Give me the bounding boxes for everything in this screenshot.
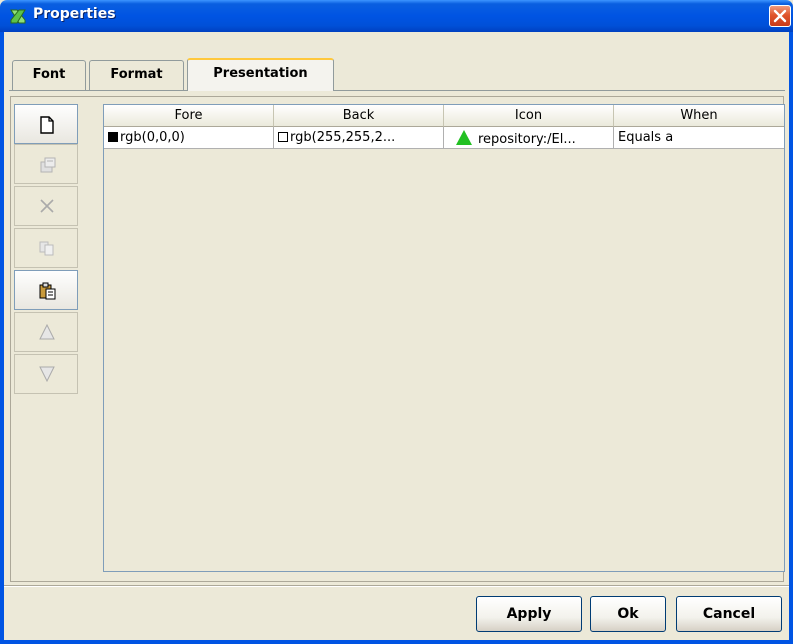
edit-rule-button[interactable] (14, 144, 78, 184)
color-swatch-black (108, 132, 118, 142)
back-value: rgb(255,255,2... (290, 130, 396, 145)
cancel-button[interactable]: Cancel (676, 596, 782, 632)
copy-icon (39, 241, 54, 256)
close-icon (773, 9, 787, 23)
paste-rule-button[interactable] (14, 270, 78, 310)
properties-app-icon (9, 7, 27, 25)
move-down-button[interactable] (14, 354, 78, 394)
move-up-button[interactable] (14, 312, 78, 352)
tab-divider (9, 90, 785, 91)
cell-back[interactable]: rgb(255,255,2... (274, 127, 444, 148)
column-header-fore[interactable]: Fore (104, 105, 274, 127)
table-header: Fore Back Icon When (104, 105, 784, 127)
delete-icon (40, 199, 54, 213)
fore-value: rgb(0,0,0) (120, 130, 185, 145)
move-down-icon (39, 366, 55, 382)
close-button[interactable] (769, 5, 791, 27)
paste-icon (39, 282, 56, 300)
title-bar[interactable]: Properties (0, 0, 793, 32)
new-rule-button[interactable] (14, 104, 78, 144)
cell-icon[interactable]: repository:/El... (444, 127, 614, 148)
cell-when[interactable]: Equals a (614, 127, 784, 148)
new-document-icon (40, 116, 54, 134)
window-border-left (0, 32, 4, 644)
green-triangle-icon (456, 130, 472, 145)
column-header-when[interactable]: When (614, 105, 784, 127)
move-up-icon (39, 324, 55, 340)
ok-button[interactable]: Ok (590, 596, 666, 632)
delete-rule-button[interactable] (14, 186, 78, 226)
icon-value: repository:/El... (478, 132, 576, 147)
tab-font[interactable]: Font (12, 60, 86, 90)
window-border-right (789, 32, 793, 644)
presentation-rules-table[interactable]: Fore Back Icon When rgb(0,0,0) rgb(255,2… (103, 104, 785, 572)
cell-fore[interactable]: rgb(0,0,0) (104, 127, 274, 148)
column-header-back[interactable]: Back (274, 105, 444, 127)
copy-rule-button[interactable] (14, 228, 78, 268)
column-header-icon[interactable]: Icon (444, 105, 614, 127)
window-border-bottom (0, 640, 793, 644)
apply-button[interactable]: Apply (476, 596, 582, 632)
tab-format[interactable]: Format (89, 60, 184, 90)
properties-icon (40, 157, 56, 173)
color-swatch-white (278, 132, 288, 142)
button-bar-separator (4, 585, 789, 587)
window-title: Properties (33, 6, 116, 22)
when-value: Equals a (618, 130, 674, 145)
tab-presentation[interactable]: Presentation (187, 58, 334, 91)
table-row[interactable]: rgb(0,0,0) rgb(255,255,2... repository:/… (104, 127, 784, 149)
